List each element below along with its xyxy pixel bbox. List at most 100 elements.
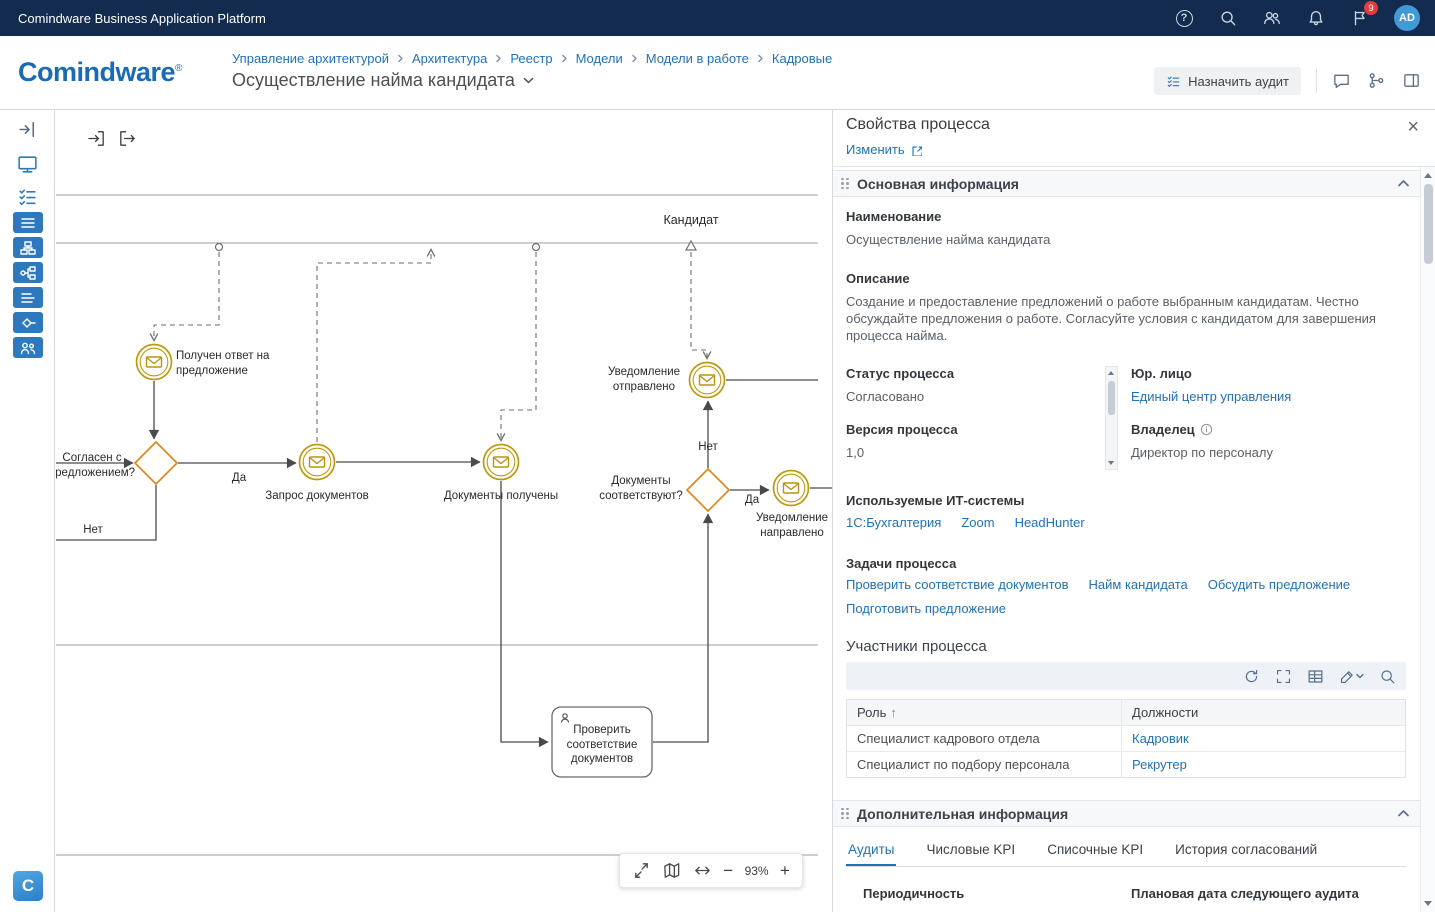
event-reply-received[interactable] bbox=[137, 345, 172, 380]
breadcrumb-item[interactable]: Реестр bbox=[510, 51, 552, 66]
it-system-link[interactable]: 1С:Бухгалтерия bbox=[846, 515, 941, 530]
message-flows bbox=[154, 241, 707, 442]
zoom-in-button[interactable]: + bbox=[780, 862, 790, 879]
inner-scrollbar[interactable] bbox=[1105, 366, 1118, 470]
breadcrumb-item[interactable]: Кадровые bbox=[772, 51, 832, 66]
chevron-down-icon[interactable] bbox=[522, 74, 535, 87]
expand-table-icon[interactable] bbox=[1275, 668, 1292, 685]
sidebar-item-registry[interactable] bbox=[13, 287, 43, 308]
avatar[interactable]: AD bbox=[1394, 5, 1420, 31]
chevron-up-icon[interactable] bbox=[1396, 176, 1411, 191]
versions-branch-icon[interactable] bbox=[1367, 71, 1387, 91]
it-system-link[interactable]: HeadHunter bbox=[1015, 515, 1085, 530]
layout-panel-icon[interactable] bbox=[1402, 71, 1422, 91]
field-status-version: Статус процесса Согласовано Версия проце… bbox=[846, 366, 1096, 460]
it-systems-label: Используемые ИТ-системы bbox=[846, 493, 1024, 508]
gateway-label: Документы соответствуют? bbox=[594, 474, 688, 503]
chevron-right-icon bbox=[494, 54, 503, 63]
sequence-flows bbox=[56, 380, 832, 742]
assign-audit-button[interactable]: Назначить аудит bbox=[1154, 67, 1301, 95]
chevron-right-icon bbox=[756, 54, 765, 63]
it-systems-links: 1С:Бухгалтерия Zoom HeadHunter bbox=[846, 515, 1402, 530]
panel-scrollbar[interactable] bbox=[1420, 167, 1435, 912]
sidebar-item-diagram[interactable] bbox=[13, 312, 43, 333]
flow-label-no: Нет bbox=[78, 523, 108, 538]
event-docs-received[interactable] bbox=[484, 445, 519, 480]
task-link[interactable]: Обсудить предложение bbox=[1208, 577, 1350, 592]
comindware-logo[interactable]: Comindware® bbox=[18, 57, 182, 88]
drag-handle-icon[interactable] bbox=[841, 808, 849, 820]
close-icon[interactable]: × bbox=[1407, 117, 1419, 137]
event-docs-request[interactable] bbox=[300, 445, 335, 480]
sidebar-item-hierarchy[interactable] bbox=[13, 237, 43, 258]
bpmn-canvas[interactable]: Кандидат Получен ответ на предложение Со… bbox=[56, 110, 832, 912]
help-icon[interactable]: ? bbox=[1174, 8, 1194, 28]
tab-list-kpi[interactable]: Списочные KPI bbox=[1045, 837, 1145, 866]
minimap-icon[interactable] bbox=[662, 861, 681, 880]
checklist-icon bbox=[1166, 74, 1181, 89]
legal-entity-link[interactable]: Единый центр управления bbox=[1131, 389, 1401, 404]
edit-link[interactable]: Изменить bbox=[846, 142, 922, 157]
task-link[interactable]: Подготовить предложение bbox=[846, 601, 1006, 616]
search-icon[interactable] bbox=[1379, 668, 1396, 685]
monitor-icon[interactable] bbox=[16, 153, 39, 176]
task-link[interactable]: Проверить соответствие документов bbox=[846, 577, 1069, 592]
it-system-link[interactable]: Zoom bbox=[961, 515, 994, 530]
flag-icon[interactable]: 9 bbox=[1350, 8, 1370, 28]
breadcrumb-item[interactable]: Модели bbox=[576, 51, 623, 66]
gateway-docs-match[interactable] bbox=[687, 469, 729, 511]
comindware-c-logo[interactable]: C bbox=[13, 871, 43, 901]
scroll-up-icon[interactable] bbox=[1108, 371, 1114, 375]
bell-icon[interactable] bbox=[1306, 8, 1326, 28]
zoom-out-button[interactable]: − bbox=[723, 862, 733, 879]
lane-label: Кандидат bbox=[651, 212, 731, 228]
event-label: Уведомление отправлено bbox=[598, 365, 690, 394]
breadcrumb-item[interactable]: Управление архитектурой bbox=[232, 51, 389, 66]
event-notice-directed[interactable] bbox=[774, 471, 809, 506]
scroll-down-icon[interactable] bbox=[1108, 461, 1114, 465]
breadcrumb-item[interactable]: Архитектура bbox=[412, 51, 487, 66]
section-main-info-header[interactable]: Основная информация bbox=[833, 170, 1421, 197]
event-notice-sent[interactable] bbox=[690, 363, 725, 398]
chevron-up-icon[interactable] bbox=[1396, 806, 1411, 821]
checklist-icon[interactable] bbox=[16, 185, 39, 208]
refresh-icon[interactable] bbox=[1243, 668, 1260, 685]
scroll-down-icon[interactable] bbox=[1424, 901, 1432, 906]
fullscreen-icon[interactable] bbox=[632, 861, 651, 880]
field-legal-owner: Юр. лицо Единый центр управления Владеле… bbox=[1131, 366, 1401, 460]
drag-handle-icon[interactable] bbox=[841, 178, 849, 190]
position-link[interactable]: Кадровик bbox=[1132, 731, 1189, 746]
sidebar-item-process[interactable] bbox=[13, 262, 43, 283]
flow-label-yes: Да bbox=[226, 471, 252, 486]
scrollbar-thumb[interactable] bbox=[1424, 184, 1433, 264]
column-header-positions[interactable]: Должности bbox=[1122, 700, 1405, 726]
search-icon[interactable] bbox=[1218, 8, 1238, 28]
breadcrumb-item[interactable]: Модели в работе bbox=[646, 51, 749, 66]
edit-menu-icon[interactable] bbox=[1339, 668, 1364, 685]
table-row[interactable]: Специалист кадрового отдела Кадровик bbox=[847, 726, 1405, 752]
sidebar-item-list[interactable] bbox=[13, 212, 43, 233]
fit-width-icon[interactable] bbox=[693, 861, 712, 880]
tab-numeric-kpi[interactable]: Числовые KPI bbox=[924, 837, 1017, 866]
breadcrumb: Управление архитектурой Архитектура Реес… bbox=[232, 51, 832, 66]
users-icon[interactable] bbox=[1262, 8, 1282, 28]
table-row[interactable]: Специалист по подбору персонала Рекрутер bbox=[847, 752, 1405, 777]
tab-audits[interactable]: Аудиты bbox=[846, 837, 896, 866]
topbar: Comindware Business Application Platform… bbox=[0, 0, 1435, 36]
task-link[interactable]: Найм кандидата bbox=[1089, 577, 1188, 592]
column-header-role[interactable]: Роль↑ bbox=[847, 700, 1122, 726]
sidebar-item-people[interactable] bbox=[13, 337, 43, 358]
comments-icon[interactable] bbox=[1332, 71, 1352, 91]
divider bbox=[1316, 69, 1317, 93]
section-additional-info-header[interactable]: Дополнительная информация bbox=[833, 800, 1421, 827]
scroll-up-icon[interactable] bbox=[1424, 173, 1432, 178]
position-link[interactable]: Рекрутер bbox=[1132, 757, 1187, 772]
scrollbar-thumb[interactable] bbox=[1108, 381, 1115, 415]
chevron-right-icon bbox=[396, 54, 405, 63]
additional-info-tabs: Аудиты Числовые KPI Списочные KPI Истори… bbox=[846, 837, 1406, 867]
collapse-sidebar-icon[interactable] bbox=[16, 118, 39, 141]
info-icon[interactable] bbox=[1200, 423, 1213, 436]
divider bbox=[833, 166, 1435, 167]
tab-approval-history[interactable]: История согласований bbox=[1173, 837, 1319, 866]
table-view-icon[interactable] bbox=[1307, 668, 1324, 685]
